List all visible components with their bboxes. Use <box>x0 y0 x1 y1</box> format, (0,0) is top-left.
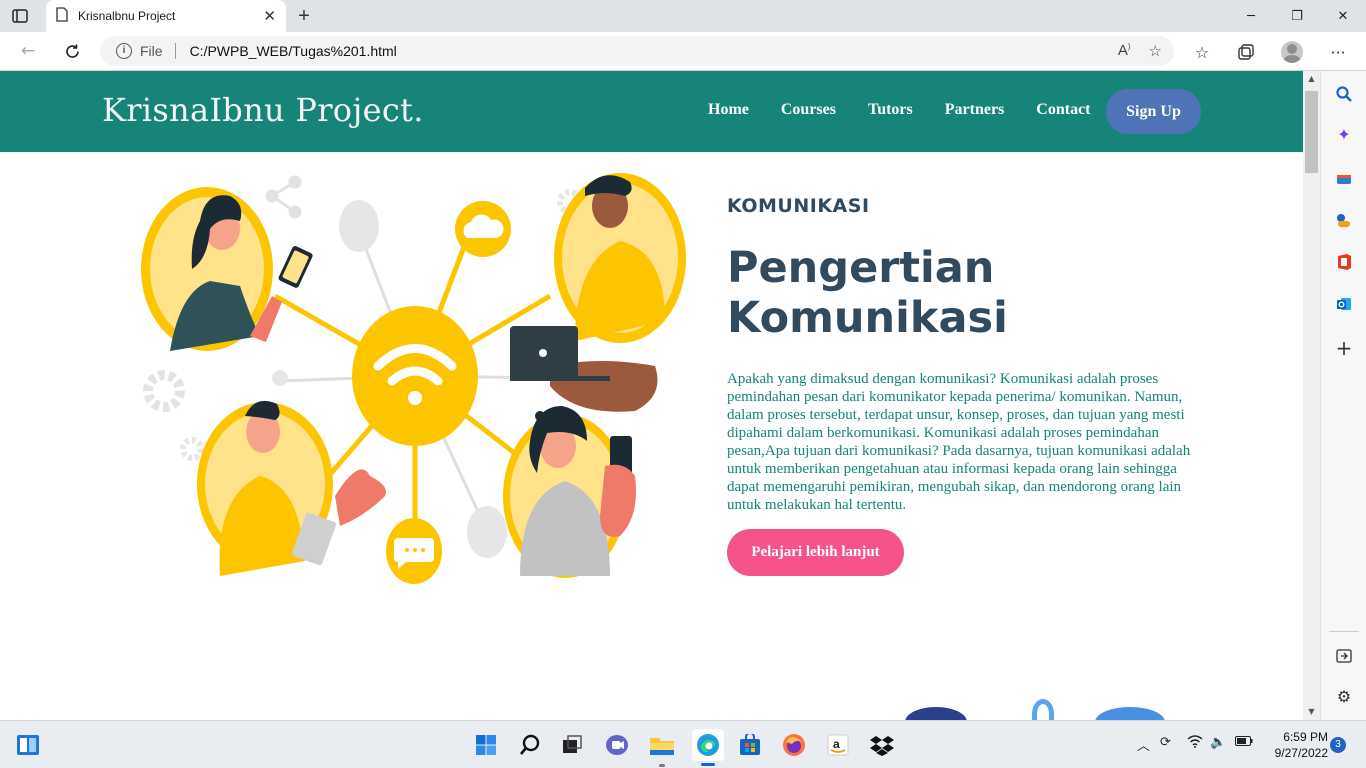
notification-badge[interactable]: 3 <box>1330 737 1346 753</box>
add-icon[interactable]: + <box>1333 336 1355 360</box>
window-controls: ─ ❐ ✕ <box>1228 0 1366 32</box>
headline-line-1: Pengertian <box>727 243 995 293</box>
nav-contact[interactable]: Contact <box>1036 101 1090 119</box>
minimize-button[interactable]: ─ <box>1228 0 1274 32</box>
widgets-icon[interactable] <box>14 731 42 759</box>
site-brand[interactable]: KrisnaIbnu Project. <box>102 91 424 129</box>
nav-home[interactable]: Home <box>708 101 749 119</box>
office-icon[interactable] <box>1333 251 1355 273</box>
page-viewport: KrisnaIbnu Project. Home Courses Tutors … <box>0 71 1303 720</box>
sparkle-icon[interactable]: ✦ <box>1333 123 1355 145</box>
tab-close-icon[interactable]: ✕ <box>263 7 276 25</box>
dropbox-icon[interactable] <box>868 731 896 759</box>
page-scrollbar[interactable]: ▲ ▼ <box>1303 71 1320 720</box>
site-navbar: KrisnaIbnu Project. Home Courses Tutors … <box>0 71 1303 152</box>
edge-browser-icon[interactable] <box>692 729 724 766</box>
page-icon <box>56 6 68 26</box>
clock-time: 6:59 PM <box>1283 730 1328 744</box>
sidebar-divider <box>1329 631 1359 632</box>
read-aloud-icon[interactable]: A) <box>1118 42 1131 60</box>
back-icon[interactable]: ← <box>16 40 40 62</box>
nav-tutors[interactable]: Tutors <box>868 101 913 119</box>
taskbar-search-icon[interactable] <box>516 731 544 759</box>
svg-text:a: a <box>833 737 840 751</box>
profile-avatar[interactable] <box>1279 39 1305 65</box>
new-tab-button[interactable]: + <box>293 5 315 27</box>
scroll-thumb[interactable] <box>1305 91 1318 173</box>
more-menu-icon[interactable]: ··· <box>1325 39 1351 65</box>
browser-tab[interactable]: Krisnalbnu Project ✕ <box>46 0 286 32</box>
search-icon[interactable] <box>1333 83 1355 105</box>
signup-button[interactable]: Sign Up <box>1106 89 1201 134</box>
favorites-icon[interactable]: ☆ <box>1189 39 1215 65</box>
url-text[interactable]: C:/PWPB_WEB/Tugas%201.html <box>190 43 397 59</box>
address-bar[interactable]: i File C:/PWPB_WEB/Tugas%201.html A) ☆ <box>100 36 1174 66</box>
sync-icon[interactable]: ⟳ <box>1160 735 1171 750</box>
close-window-button[interactable]: ✕ <box>1320 0 1366 32</box>
scroll-down-icon[interactable]: ▼ <box>1303 704 1320 720</box>
tab-title: Krisnalbnu Project <box>78 9 176 23</box>
teams-chat-icon[interactable] <box>603 731 631 759</box>
decorative-shape <box>905 707 967 720</box>
store-icon[interactable] <box>736 731 764 759</box>
task-view-icon[interactable] <box>558 731 586 759</box>
add-favorite-icon[interactable]: ☆ <box>1149 42 1162 60</box>
description-paragraph: Apakah yang dimaksud dengan komunikasi? … <box>727 371 1191 513</box>
nav-courses[interactable]: Courses <box>781 101 836 119</box>
edge-sidebar: ✦ + ⚙ <box>1320 71 1366 720</box>
decorative-shape <box>1032 699 1054 720</box>
communication-illustration <box>141 173 686 584</box>
nav-menu: Home Courses Tutors Partners Contact <box>708 101 1123 119</box>
hide-sidebar-icon[interactable] <box>1333 645 1355 667</box>
restore-button[interactable]: ❐ <box>1274 0 1320 32</box>
learn-more-button[interactable]: Pelajari lebih lanjut <box>727 529 904 576</box>
battery-icon[interactable] <box>1235 735 1253 750</box>
windows-taskbar: a ︿ ⟳ 🔈 6:59 PM 9/27/2022 3 <box>0 720 1366 768</box>
outlook-icon[interactable] <box>1333 293 1355 315</box>
clock-date: 9/27/2022 <box>1274 746 1328 760</box>
amazon-icon[interactable]: a <box>824 731 852 759</box>
section-kicker: KOMUNIKASI <box>727 195 870 217</box>
system-clock[interactable]: 6:59 PM 9/27/2022 <box>1262 729 1328 761</box>
wifi-icon[interactable] <box>1187 735 1203 752</box>
shopping-icon[interactable] <box>1333 167 1355 189</box>
file-explorer-icon[interactable] <box>648 731 676 767</box>
start-icon[interactable] <box>472 731 500 759</box>
volume-icon[interactable]: 🔈 <box>1210 735 1226 750</box>
tray-overflow-icon[interactable]: ︿ <box>1137 735 1150 754</box>
browser-toolbar: ← i File C:/PWPB_WEB/Tugas%201.html A) ☆… <box>0 32 1366 71</box>
games-icon[interactable] <box>1333 209 1355 231</box>
scroll-up-icon[interactable]: ▲ <box>1303 71 1320 87</box>
nav-partners[interactable]: Partners <box>945 101 1005 119</box>
site-info-icon[interactable]: i <box>116 43 132 59</box>
settings-gear-icon[interactable]: ⚙ <box>1333 685 1355 707</box>
scheme-label: File <box>140 43 163 59</box>
headline-line-2: Komunikasi <box>727 293 1008 343</box>
tab-strip: Krisnalbnu Project ✕ + ─ ❐ ✕ <box>0 0 1366 32</box>
decorative-shape <box>1095 707 1165 720</box>
collections-icon[interactable] <box>1233 39 1259 65</box>
page-headline: Pengertian Komunikasi <box>727 243 1147 343</box>
refresh-icon[interactable] <box>60 40 84 62</box>
address-separator <box>174 43 176 59</box>
firefox-icon[interactable] <box>780 731 808 759</box>
tab-actions-icon[interactable] <box>10 6 30 26</box>
